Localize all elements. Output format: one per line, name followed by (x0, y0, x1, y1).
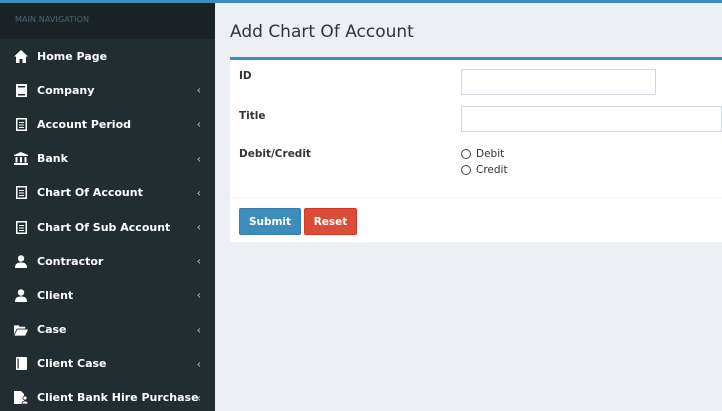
file-user-icon (14, 391, 28, 405)
chevron-left-icon: ‹ (196, 83, 201, 97)
file-icon (14, 117, 28, 131)
sidebar-item-label: Client Bank Hire Purchase (37, 391, 199, 405)
sidebar-item-account-period[interactable]: Account Period ‹ (0, 107, 215, 141)
file-icon (14, 220, 28, 234)
sidebar-item-client[interactable]: Client ‹ (0, 278, 215, 312)
credit-radio[interactable] (461, 165, 471, 175)
debit-radio[interactable] (461, 149, 471, 159)
submit-button[interactable]: Submit (239, 208, 301, 235)
id-label: ID (239, 70, 252, 82)
form-box: ID Title Debit/Credit Debit Credit Submi… (230, 57, 722, 242)
sidebar-item-client-bank-hire-purchase[interactable]: Client Bank Hire Purchase ‹ (0, 381, 215, 411)
chevron-left-icon: ‹ (196, 323, 201, 337)
debit-credit-label: Debit/Credit (239, 148, 311, 160)
sidebar-item-label: Case (37, 323, 67, 337)
bank-icon (14, 152, 28, 166)
chevron-left-icon: ‹ (196, 288, 201, 302)
sidebar-header: MAIN NAVIGATION (0, 3, 215, 39)
file-icon (14, 186, 28, 200)
book-icon (14, 83, 28, 97)
sidebar-item-bank[interactable]: Bank ‹ (0, 142, 215, 176)
sidebar-item-client-case[interactable]: Client Case ‹ (0, 347, 215, 381)
sidebar-item-label: Account Period (37, 117, 132, 131)
sidebar-item-label: Chart Of Sub Account (37, 220, 171, 234)
folder-open-icon (14, 323, 28, 337)
chevron-left-icon: ‹ (196, 152, 201, 166)
reset-button[interactable]: Reset (304, 208, 357, 235)
debit-radio-option[interactable]: Debit (461, 148, 504, 160)
sidebar-item-label: Client Case (37, 357, 107, 371)
chevron-left-icon: ‹ (196, 220, 201, 234)
sidebar-item-label: Chart Of Account (37, 186, 143, 200)
credit-radio-label: Credit (476, 164, 508, 176)
credit-radio-option[interactable]: Credit (461, 164, 508, 176)
debit-radio-label: Debit (476, 148, 505, 160)
title-label: Title (239, 110, 266, 122)
main-content: Add Chart Of Account ID Title Debit/Cred… (215, 3, 722, 411)
home-icon (14, 49, 28, 63)
sidebar-item-chart-of-sub-account[interactable]: Chart Of Sub Account ‹ (0, 210, 215, 244)
title-field[interactable] (461, 106, 722, 132)
page-title: Add Chart Of Account (230, 22, 414, 42)
user-icon (14, 254, 28, 268)
form-footer-divider (230, 197, 722, 198)
chevron-left-icon: ‹ (196, 357, 201, 371)
sidebar-item-label: Client (37, 288, 74, 302)
sidebar-item-home-page[interactable]: Home Page (0, 39, 215, 73)
sidebar-item-label: Home Page (37, 49, 108, 63)
book-icon (14, 357, 28, 371)
sidebar-item-label: Company (37, 83, 95, 97)
sidebar-item-chart-of-account[interactable]: Chart Of Account ‹ (0, 176, 215, 210)
sidebar-item-label: Bank (37, 152, 68, 166)
sidebar-item-case[interactable]: Case ‹ (0, 313, 215, 347)
chevron-left-icon: ‹ (196, 186, 201, 200)
chevron-left-icon: ‹ (196, 254, 201, 268)
chevron-left-icon: ‹ (196, 117, 201, 131)
sidebar-item-label: Contractor (37, 254, 104, 268)
sidebar-item-contractor[interactable]: Contractor ‹ (0, 244, 215, 278)
id-field[interactable] (461, 69, 656, 95)
sidebar: MAIN NAVIGATION Home Page Company ‹ Acco… (0, 3, 215, 411)
sidebar-item-company[interactable]: Company ‹ (0, 73, 215, 107)
chevron-left-icon: ‹ (196, 391, 201, 405)
user-icon (14, 288, 28, 302)
